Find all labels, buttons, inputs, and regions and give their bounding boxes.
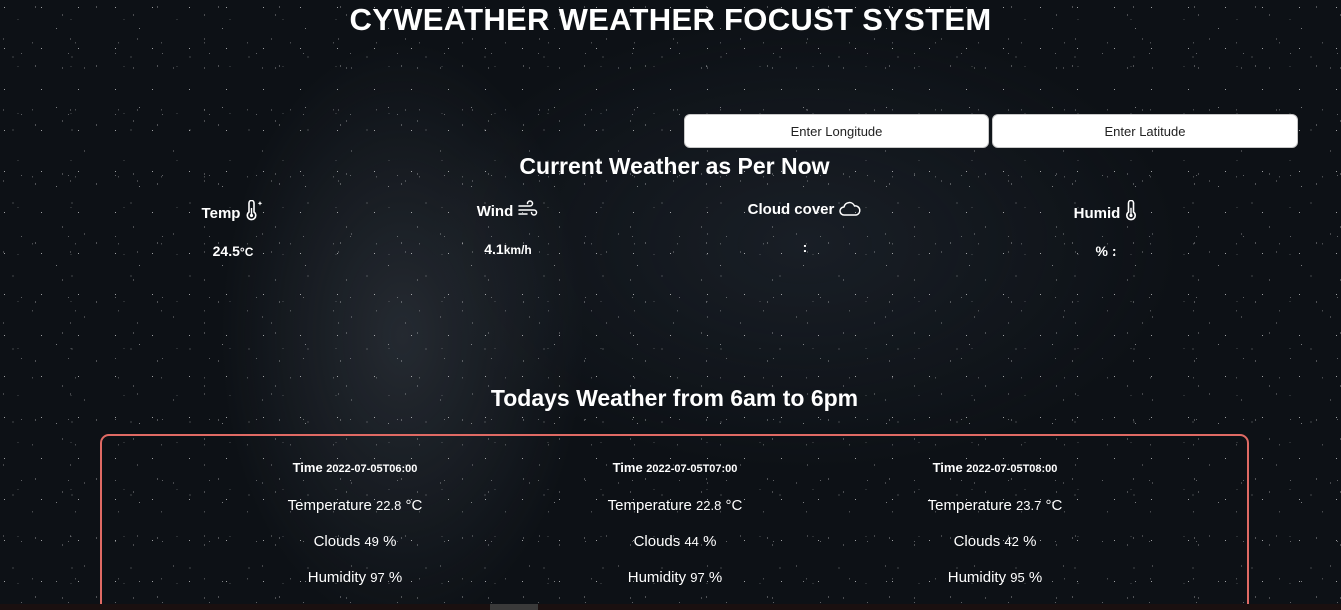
forecast-temperature: Temperature 22.8 °C bbox=[515, 497, 835, 514]
metric-cloud-value: : bbox=[802, 239, 808, 255]
forecast-card: Time 2022-07-05T06:00 Temperature 22.8 °… bbox=[195, 460, 515, 586]
forecast-humidity-label: Humidity bbox=[627, 569, 687, 586]
thermometer-icon bbox=[1126, 200, 1137, 221]
forecast-time-label: Time bbox=[292, 460, 323, 475]
forecast-time: Time 2022-07-05T06:00 bbox=[195, 460, 515, 475]
metric-humid-value: % : bbox=[1095, 243, 1117, 259]
forecast-clouds-unit: % bbox=[383, 533, 397, 550]
today-weather-title: Todays Weather from 6am to 6pm bbox=[490, 385, 859, 411]
forecast-humidity-value: 97 bbox=[370, 570, 385, 585]
forecast-clouds: Clouds 49 % bbox=[195, 533, 515, 550]
metric-wind: Wind 4.1km/h bbox=[408, 200, 608, 257]
forecast-clouds-value: 44 bbox=[684, 534, 699, 549]
forecast-temperature: Temperature 23.7 °C bbox=[835, 497, 1155, 514]
forecast-humidity: Humidity 97 % bbox=[515, 569, 835, 586]
metric-wind-unit: km/h bbox=[503, 243, 532, 257]
forecast-time-value: 2022-07-05T07:00 bbox=[646, 463, 738, 475]
forecast-clouds-label: Clouds bbox=[313, 533, 361, 550]
metric-humid-label-group: Humid bbox=[1074, 200, 1139, 222]
forecast-clouds: Clouds 42 % bbox=[835, 533, 1155, 550]
metric-wind-label: Wind bbox=[476, 203, 514, 220]
forecast-clouds-value: 42 bbox=[1004, 534, 1019, 549]
forecast-clouds-label: Clouds bbox=[633, 533, 681, 550]
forecast-time-label: Time bbox=[612, 460, 643, 475]
metric-cloud-value-group: : bbox=[705, 239, 905, 255]
forecast-humidity-unit: % bbox=[388, 569, 403, 586]
forecast-humidity-value: 95 bbox=[1010, 570, 1025, 585]
forecast-time-label: Time bbox=[932, 460, 963, 475]
metric-temp-value-group: 24.5°C bbox=[133, 243, 333, 259]
forecast-temperature-value: 22.8 bbox=[696, 498, 722, 513]
forecast-humidity-label: Humidity bbox=[947, 569, 1007, 586]
forecast-temperature-unit: °C bbox=[405, 497, 423, 514]
cloud-icon bbox=[839, 201, 861, 216]
metric-temp-value: 24.5 bbox=[212, 243, 240, 259]
latitude-input[interactable] bbox=[992, 114, 1298, 148]
metric-wind-value: 4.1 bbox=[484, 241, 504, 257]
forecast-clouds-label: Clouds bbox=[953, 533, 1001, 550]
forecast-humidity-value: 97 bbox=[690, 570, 705, 585]
forecast-panel: Time 2022-07-05T06:00 Temperature 22.8 °… bbox=[100, 434, 1249, 610]
metric-temp-label-group: Temp bbox=[202, 200, 265, 222]
forecast-temperature-unit: °C bbox=[1045, 497, 1063, 514]
forecast-clouds-unit: % bbox=[1023, 533, 1037, 550]
forecast-humidity: Humidity 97 % bbox=[195, 569, 515, 586]
longitude-input[interactable] bbox=[684, 114, 989, 148]
page-title: CYWEATHER WEATHER FOCUST SYSTEM bbox=[349, 2, 992, 37]
forecast-temperature: Temperature 22.8 °C bbox=[195, 497, 515, 514]
current-weather-title: Current Weather as Per Now bbox=[519, 153, 830, 179]
taskbar bbox=[0, 604, 1341, 610]
forecast-time: Time 2022-07-05T08:00 bbox=[835, 460, 1155, 475]
metric-temp-label: Temp bbox=[201, 205, 241, 222]
metric-humid-value-group: % : bbox=[1006, 243, 1206, 259]
forecast-humidity-unit: % bbox=[708, 569, 723, 586]
wind-icon bbox=[518, 200, 538, 216]
metric-humid-label: Humid bbox=[1073, 205, 1121, 222]
metric-wind-value-group: 4.1km/h bbox=[408, 241, 608, 257]
forecast-time-value: 2022-07-05T06:00 bbox=[326, 463, 418, 475]
forecast-clouds-value: 49 bbox=[364, 534, 379, 549]
taskbar-active-app[interactable] bbox=[490, 604, 538, 610]
thermometer-sun-icon bbox=[247, 200, 263, 221]
metric-humid: Humid % : bbox=[1006, 200, 1206, 259]
forecast-humidity-unit: % bbox=[1028, 569, 1043, 586]
forecast-clouds-unit: % bbox=[703, 533, 717, 550]
metric-cloud-label: Cloud cover bbox=[747, 201, 835, 218]
metric-temp: Temp 24.5°C bbox=[133, 200, 333, 259]
metric-cloud-cover: Cloud cover : bbox=[705, 200, 905, 255]
forecast-temperature-unit: °C bbox=[725, 497, 743, 514]
forecast-temperature-label: Temperature bbox=[927, 497, 1012, 514]
metric-temp-unit: °C bbox=[239, 245, 254, 259]
forecast-temperature-label: Temperature bbox=[607, 497, 692, 514]
forecast-temperature-value: 23.7 bbox=[1016, 498, 1042, 513]
forecast-card: Time 2022-07-05T08:00 Temperature 23.7 °… bbox=[835, 460, 1155, 586]
forecast-time: Time 2022-07-05T07:00 bbox=[515, 460, 835, 475]
metric-cloud-label-group: Cloud cover bbox=[748, 200, 863, 218]
forecast-humidity-label: Humidity bbox=[307, 569, 367, 586]
forecast-time-value: 2022-07-05T08:00 bbox=[966, 463, 1058, 475]
forecast-temperature-label: Temperature bbox=[287, 497, 372, 514]
forecast-temperature-value: 22.8 bbox=[376, 498, 402, 513]
metric-wind-label-group: Wind bbox=[477, 200, 540, 220]
forecast-clouds: Clouds 44 % bbox=[515, 533, 835, 550]
forecast-humidity: Humidity 95 % bbox=[835, 569, 1155, 586]
forecast-card: Time 2022-07-05T07:00 Temperature 22.8 °… bbox=[515, 460, 835, 586]
